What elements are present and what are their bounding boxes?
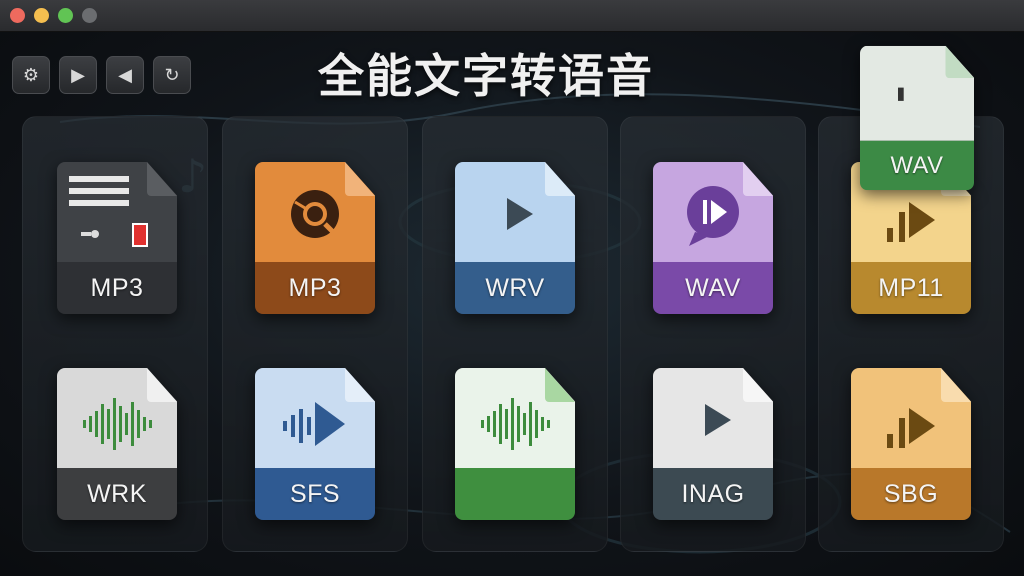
extra-window-button[interactable] xyxy=(82,8,97,23)
app-title: 全能文字转语音 xyxy=(318,49,654,103)
file-type-label: MP11 xyxy=(878,273,944,302)
refresh-button[interactable]: ↻ xyxy=(153,56,191,94)
file-type-label: WAV xyxy=(890,151,944,179)
file-tile-4[interactable]: WAV xyxy=(653,162,773,314)
file-tile-10[interactable]: SBG xyxy=(851,368,971,520)
play-button[interactable]: ▶ xyxy=(59,56,97,94)
file-tile-6[interactable]: WRK xyxy=(57,368,177,520)
file-tile-8[interactable] xyxy=(455,368,575,520)
file-tile-1[interactable]: MP3 xyxy=(57,162,177,314)
app-window: ♪ ⚙▶◀↻ 全能文字转语音 MP3MP3WRVWAVMP11WRKSFSINA… xyxy=(0,32,1024,576)
minimize-window-button[interactable] xyxy=(34,8,49,23)
file-type-label: SFS xyxy=(289,479,341,508)
refresh-icon: ↻ xyxy=(164,64,180,85)
file-type-label: MP3 xyxy=(90,273,144,302)
maximize-window-button[interactable] xyxy=(58,8,73,23)
file-tile-3[interactable]: WRV xyxy=(455,162,575,314)
settings-gear-button[interactable]: ⚙ xyxy=(12,56,50,94)
file-tile-9[interactable]: INAG xyxy=(653,368,773,520)
close-window-button[interactable] xyxy=(10,8,25,23)
toolbar: ⚙ ▶ ◀ ↻ xyxy=(12,56,191,94)
file-tile-2[interactable]: MP3 xyxy=(255,162,375,314)
play-icon: ▶ xyxy=(71,64,85,85)
floating-file-tile[interactable]: WAV xyxy=(860,45,974,191)
settings-gear-icon: ⚙ xyxy=(22,64,40,85)
file-type-label: INAG xyxy=(681,479,745,508)
file-tile-7[interactable]: SFS xyxy=(255,368,375,520)
window-titlebar xyxy=(0,0,1024,32)
file-type-label: WRK xyxy=(87,479,147,508)
rewind-icon: ◀ xyxy=(118,64,132,85)
file-type-label: WAV xyxy=(685,273,741,302)
file-type-label: WRV xyxy=(485,273,545,302)
file-type-label: MP3 xyxy=(288,273,342,302)
file-type-label: SBG xyxy=(883,479,939,508)
rewind-button[interactable]: ◀ xyxy=(106,56,144,94)
